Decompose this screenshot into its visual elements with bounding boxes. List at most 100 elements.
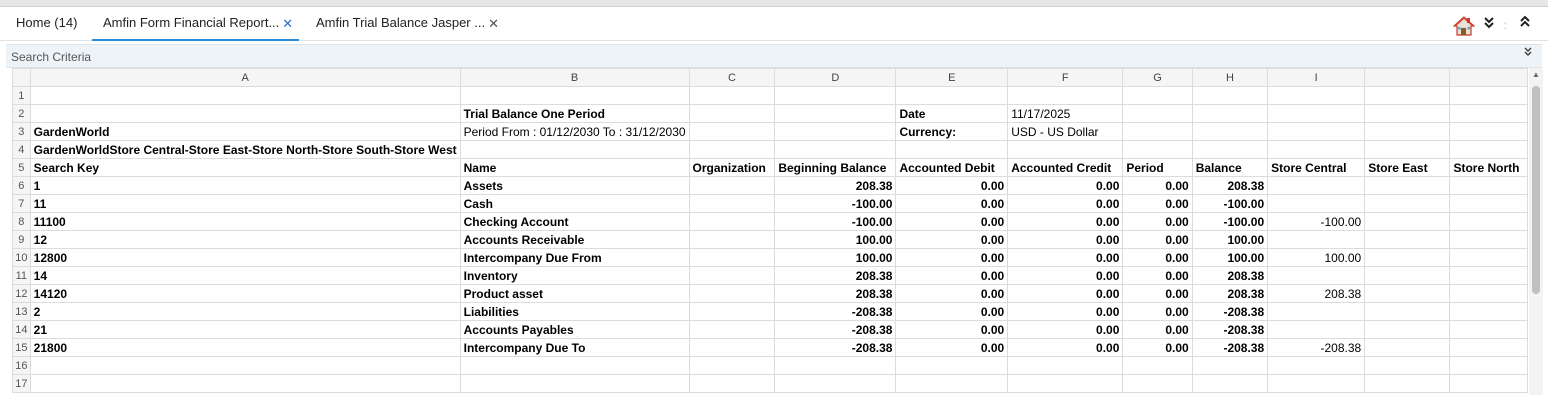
grid-cell[interactable]: 100.00 — [1191, 230, 1269, 249]
grid-cell[interactable]: 208.38 — [1191, 284, 1269, 303]
grid-cell[interactable]: 0.00 — [1007, 194, 1124, 213]
chevron-double-down-icon[interactable] — [1523, 46, 1533, 61]
row-header[interactable]: 15 — [12, 338, 31, 357]
grid-cell[interactable]: Date — [895, 104, 1009, 123]
grid-cell[interactable]: 100.00 — [1191, 248, 1269, 267]
grid-cell[interactable] — [774, 374, 897, 393]
grid-cell[interactable]: Accounts Payables — [459, 320, 690, 339]
grid-cell[interactable]: Period — [1122, 158, 1193, 177]
grid-cell[interactable] — [1267, 140, 1366, 159]
grid-cell[interactable]: 0.00 — [895, 176, 1009, 195]
grid-cell[interactable] — [1364, 176, 1451, 195]
row-header[interactable]: 10 — [12, 248, 31, 267]
grid-cell[interactable]: 0.00 — [1007, 302, 1124, 321]
row-header[interactable]: 4 — [12, 140, 31, 159]
grid-cell[interactable]: 0.00 — [1122, 248, 1193, 267]
grid-cell[interactable] — [1267, 320, 1366, 339]
grid-cell[interactable] — [1267, 122, 1366, 141]
grid-cell[interactable] — [1449, 140, 1528, 159]
grid-cell[interactable] — [688, 194, 776, 213]
grid-cell[interactable]: 0.00 — [1007, 176, 1124, 195]
grid-cell[interactable]: -100.00 — [1191, 194, 1269, 213]
grid-cell[interactable] — [774, 86, 897, 105]
grid-cell[interactable] — [1449, 248, 1528, 267]
grid-cell[interactable] — [1267, 194, 1366, 213]
grid-cell[interactable] — [1449, 356, 1528, 375]
collapse-all-icon[interactable] — [1482, 15, 1496, 37]
grid-cell[interactable] — [1122, 356, 1193, 375]
grid-cell[interactable] — [1449, 266, 1528, 285]
grid-cell[interactable]: 0.00 — [895, 320, 1009, 339]
grid-cell[interactable]: 0.00 — [1007, 266, 1124, 285]
row-header[interactable]: 7 — [12, 194, 31, 213]
column-header[interactable] — [1364, 68, 1451, 87]
grid-cell[interactable] — [1267, 176, 1366, 195]
grid-cell[interactable]: 14120 — [29, 284, 461, 303]
grid-cell[interactable] — [1364, 356, 1451, 375]
grid-cell[interactable]: 0.00 — [1122, 230, 1193, 249]
column-header[interactable]: D — [774, 68, 897, 87]
tab-close-icon[interactable]: ✕ — [282, 7, 293, 41]
grid-cell[interactable] — [1449, 176, 1528, 195]
grid-cell[interactable] — [688, 302, 776, 321]
grid-cell[interactable] — [1449, 230, 1528, 249]
grid-cell[interactable]: -208.38 — [1191, 320, 1269, 339]
grid-cell[interactable] — [1191, 104, 1269, 123]
grid-cell[interactable]: 0.00 — [1007, 284, 1124, 303]
grid-cell[interactable] — [688, 356, 776, 375]
home-icon[interactable] — [1452, 15, 1476, 37]
row-header[interactable]: 2 — [12, 104, 31, 123]
grid-cell[interactable]: Trial Balance One Period — [459, 104, 690, 123]
grid-cell[interactable] — [1364, 284, 1451, 303]
grid-cell[interactable] — [688, 230, 776, 249]
grid-cell[interactable] — [688, 374, 776, 393]
grid-cell[interactable] — [1007, 374, 1124, 393]
grid-cell[interactable]: Organization — [688, 158, 776, 177]
grid-cell[interactable]: 1 — [29, 176, 461, 195]
grid-cell[interactable]: 21800 — [29, 338, 461, 357]
grid-cell[interactable] — [1267, 104, 1366, 123]
grid-cell[interactable]: Product asset — [459, 284, 690, 303]
grid-cell[interactable] — [1449, 122, 1528, 141]
grid-cell[interactable]: 0.00 — [1122, 266, 1193, 285]
grid-cell[interactable] — [1364, 104, 1451, 123]
grid-cell[interactable]: 0.00 — [1122, 302, 1193, 321]
grid-cell[interactable] — [459, 86, 690, 105]
grid-cell[interactable]: 0.00 — [895, 248, 1009, 267]
grid-cell[interactable] — [1191, 86, 1269, 105]
grid-cell[interactable]: Intercompany Due From — [459, 248, 690, 267]
grid-cell[interactable]: Name — [459, 158, 690, 177]
grid-cell[interactable] — [688, 338, 776, 357]
grid-cell[interactable]: 0.00 — [1122, 212, 1193, 231]
grid-cell[interactable] — [688, 140, 776, 159]
grid-cell[interactable]: Accounts Receivable — [459, 230, 690, 249]
grid-cell[interactable] — [688, 86, 776, 105]
grid-cell[interactable]: -100.00 — [774, 212, 897, 231]
grid-cell[interactable] — [1364, 140, 1451, 159]
grid-cell[interactable] — [688, 266, 776, 285]
column-header[interactable]: I — [1267, 68, 1366, 87]
expand-up-icon[interactable] — [1518, 15, 1532, 37]
grid-cell[interactable] — [1122, 86, 1193, 105]
grid-cell[interactable] — [1122, 104, 1193, 123]
grid-cell[interactable]: USD - US Dollar — [1007, 122, 1124, 141]
grid-cell[interactable] — [1267, 230, 1366, 249]
grid-cell[interactable] — [688, 320, 776, 339]
grid-cell[interactable]: Store North — [1449, 158, 1528, 177]
grid-cell[interactable] — [1364, 248, 1451, 267]
grid-cell[interactable] — [1267, 302, 1366, 321]
grid-cell[interactable] — [29, 374, 461, 393]
grid-cell[interactable] — [688, 248, 776, 267]
grid-cell[interactable]: 11100 — [29, 212, 461, 231]
grid-cell[interactable]: -208.38 — [1191, 338, 1269, 357]
grid-cell[interactable]: Balance — [1191, 158, 1269, 177]
grid-cell[interactable] — [1122, 122, 1193, 141]
scrollbar-thumb[interactable] — [1532, 86, 1540, 294]
grid-cell[interactable]: 0.00 — [895, 338, 1009, 357]
grid-cell[interactable] — [1449, 374, 1528, 393]
column-header[interactable]: C — [688, 68, 776, 87]
grid-cell[interactable] — [1122, 140, 1193, 159]
grid-cell[interactable]: 0.00 — [1122, 284, 1193, 303]
grid-cell[interactable] — [459, 374, 690, 393]
tab-amfin-trial-balance-jasper[interactable]: Amfin Trial Balance Jasper ... ✕ — [310, 7, 505, 39]
